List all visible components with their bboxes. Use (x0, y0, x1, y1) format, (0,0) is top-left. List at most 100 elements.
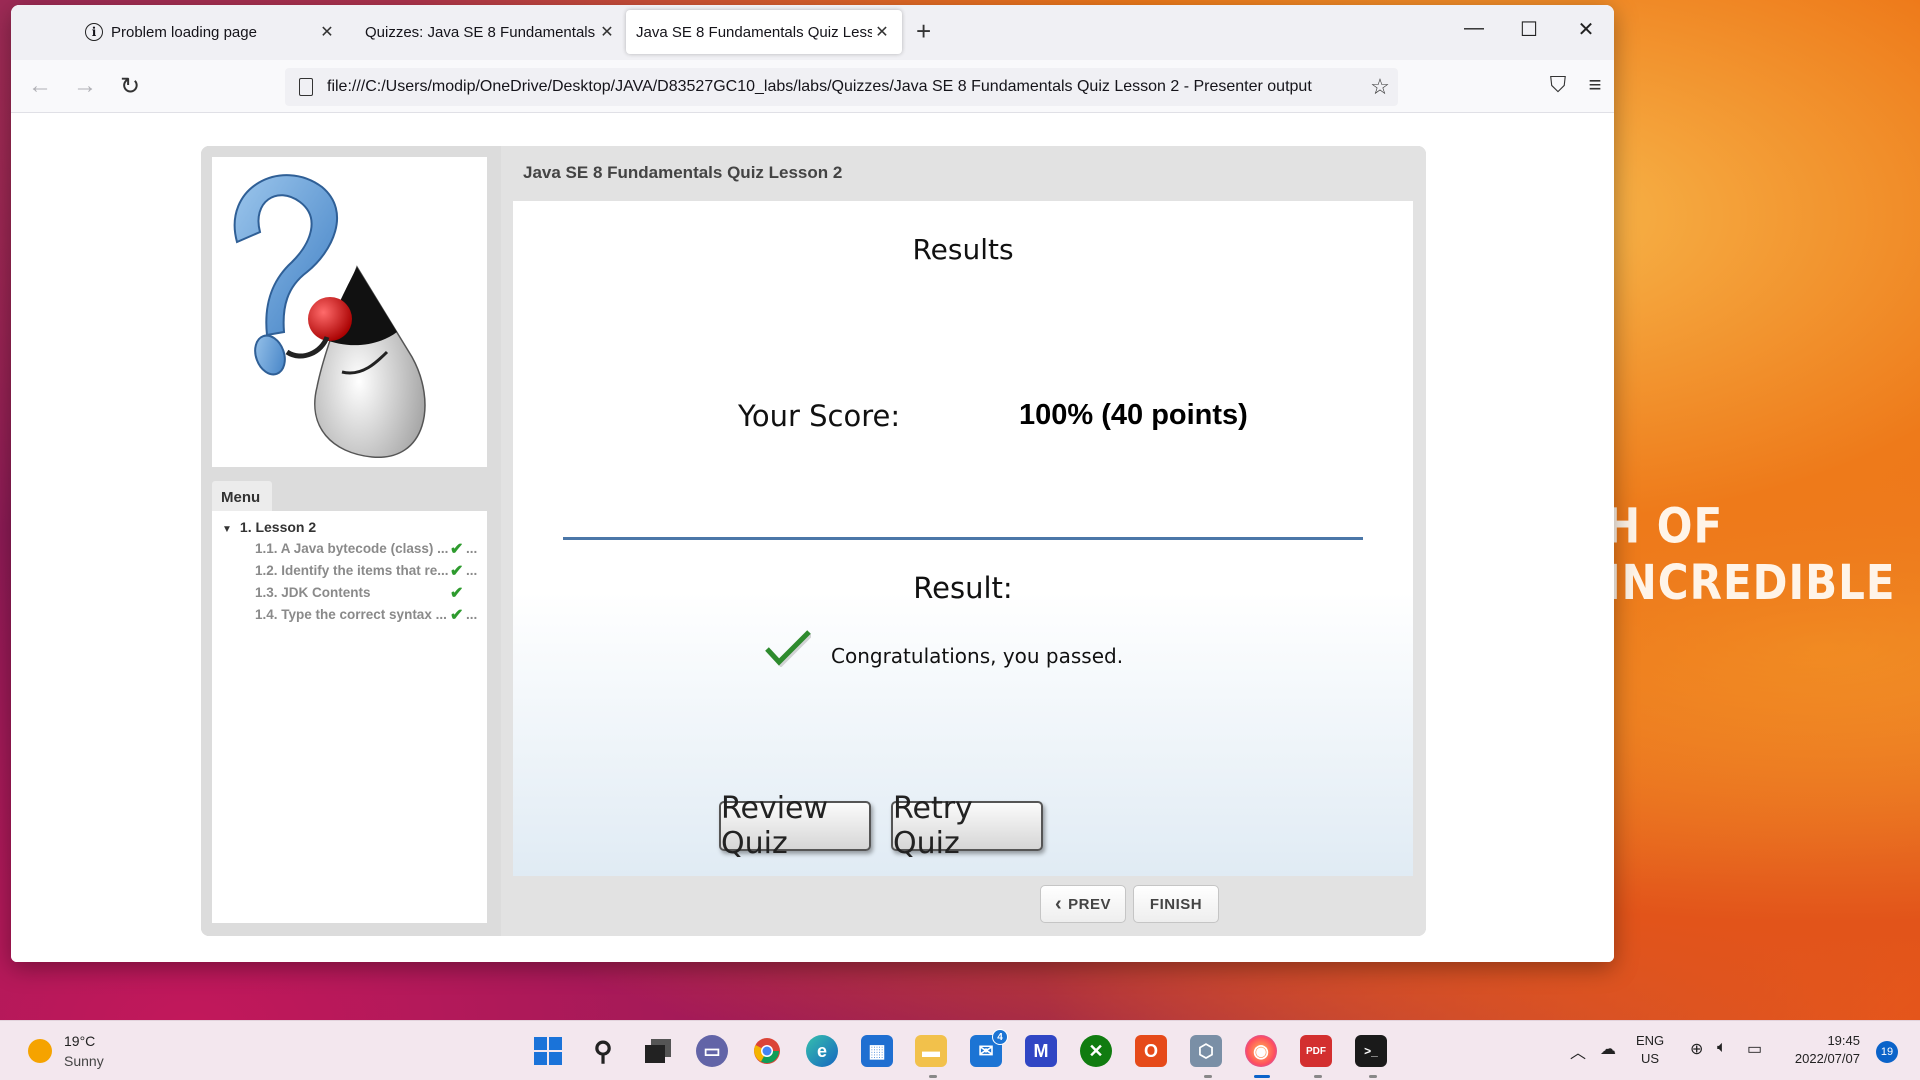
windows-start-icon[interactable] (532, 1035, 564, 1067)
menu-item-1-3[interactable]: 1.3. JDK Contents ✔ (255, 585, 480, 600)
divider (563, 537, 1363, 540)
clock-date: 2022/07/07 (1794, 1051, 1860, 1066)
lesson-label: 1. Lesson 2 (239, 519, 317, 535)
office-icon[interactable]: O (1135, 1035, 1167, 1067)
menu-icon[interactable]: ≡ (1578, 72, 1612, 98)
pass-check-icon (765, 630, 811, 667)
weather-temp[interactable]: 19°C (64, 1033, 95, 1049)
quiz-title: Java SE 8 Fundamentals Quiz Lesson 2 (523, 163, 843, 182)
results-heading: Results (912, 233, 1014, 266)
battery-icon[interactable]: ▭ (1747, 1039, 1762, 1059)
tab-label: Quizzes: Java SE 8 Fundamentals (365, 23, 596, 41)
running-indicator (1204, 1075, 1212, 1078)
close-tab-icon[interactable]: ✕ (597, 22, 617, 42)
menu-item-label: 1.1. A Java bytecode (class) ... (255, 541, 449, 556)
clock-time: 19:45 (1827, 1033, 1860, 1048)
running-indicator (929, 1075, 937, 1078)
check-icon: ✔ (450, 563, 464, 578)
minimize-icon[interactable]: — (1454, 17, 1494, 40)
result-label: Result: (913, 571, 1013, 605)
navigation-bar: ← → ↻ file:///C:/Users/modip/OneDrive/De… (11, 60, 1614, 113)
mail-icon[interactable]: ✉ 4 (970, 1029, 1008, 1067)
menu-item-1-1[interactable]: 1.1. A Java bytecode (class) ... ✔ ... (255, 541, 480, 556)
search-icon[interactable]: ⚲ (587, 1035, 619, 1067)
menu-item-label: 1.4. Type the correct syntax ... (255, 607, 447, 622)
duke-question-mark-image (233, 174, 426, 458)
app-cube-icon[interactable]: ⬡ (1190, 1035, 1222, 1067)
ellipsis: ... (466, 563, 478, 578)
task-view-icon[interactable] (642, 1035, 674, 1067)
edge-icon[interactable]: e (806, 1035, 838, 1067)
menu-item-1-4[interactable]: 1.4. Type the correct syntax ... ✔ ... (255, 607, 480, 622)
ellipsis: ... (466, 607, 478, 622)
page-content: Menu ▼ 1. Lesson 2 1.1. A Java bytecode (… (11, 113, 1614, 962)
math-app-icon[interactable]: M (1025, 1035, 1057, 1067)
store-icon[interactable]: ▦ (861, 1035, 893, 1067)
maximize-icon[interactable]: ☐ (1509, 17, 1549, 42)
browser-window: i Problem loading page ✕ Quizzes: Java S… (11, 5, 1614, 962)
prev-label: PREV (1068, 895, 1112, 913)
bookmark-star-icon[interactable]: ☆ (1362, 74, 1398, 100)
address-bar[interactable]: file:///C:/Users/modip/OneDrive/Desktop/… (285, 68, 1398, 106)
url-text[interactable]: file:///C:/Users/modip/OneDrive/Desktop/… (327, 78, 1362, 96)
tab-bar: i Problem loading page ✕ Quizzes: Java S… (11, 5, 1614, 60)
tab-quizzes[interactable]: Quizzes: Java SE 8 Fundamentals ✕ (351, 10, 631, 54)
tab-problem-loading[interactable]: i Problem loading page ✕ (71, 10, 351, 54)
wallpaper-text: H OF INCREDIBLE (1605, 497, 1896, 611)
language-line2: US (1641, 1051, 1660, 1066)
menu-lesson[interactable]: ▼ 1. Lesson 2 (222, 519, 316, 535)
terminal-icon[interactable]: >_ (1355, 1035, 1387, 1067)
prev-button[interactable]: ‹ PREV (1040, 885, 1126, 923)
info-icon: i (85, 23, 103, 41)
close-window-icon[interactable]: ✕ (1566, 17, 1606, 42)
mail-badge: 4 (992, 1029, 1008, 1045)
teams-chat-icon[interactable]: ▭ (696, 1035, 728, 1067)
finish-button[interactable]: FINISH (1133, 885, 1219, 923)
tab-label: Problem loading page (111, 23, 257, 41)
onedrive-icon[interactable]: ☁ (1600, 1039, 1616, 1059)
review-quiz-button[interactable]: Review Quiz (719, 791, 871, 861)
menu-tab[interactable]: Menu (212, 481, 272, 511)
network-icon[interactable]: ⊕ (1690, 1039, 1703, 1059)
xbox-icon[interactable]: ✕ (1080, 1035, 1112, 1067)
forward-icon[interactable]: → (70, 72, 100, 100)
sun-icon[interactable] (28, 1039, 52, 1063)
tab-quiz-lesson-2[interactable]: Java SE 8 Fundamentals Quiz Lesson 2 - P… (626, 10, 902, 54)
language-line1: ENG (1636, 1033, 1665, 1048)
file-explorer-icon[interactable]: ▬ (915, 1035, 947, 1067)
check-icon: ✔ (450, 607, 464, 622)
language-indicator[interactable]: ENG US (1636, 1032, 1664, 1068)
notification-badge[interactable]: 19 (1876, 1041, 1898, 1063)
menu-item-label: 1.2. Identify the items that re... (255, 563, 449, 578)
running-indicator (1314, 1075, 1322, 1078)
pocket-icon[interactable]: ⛉ (1541, 72, 1575, 98)
new-tab-button[interactable]: + (916, 18, 931, 44)
firefox-icon[interactable]: ◉ (1245, 1035, 1277, 1067)
back-icon[interactable]: ← (25, 72, 55, 100)
menu-item-label: 1.3. JDK Contents (255, 585, 371, 600)
clock[interactable]: 19:45 2022/07/07 (1780, 1032, 1860, 1068)
caret-down-icon[interactable]: ▼ (222, 524, 232, 535)
menu-item-1-2[interactable]: 1.2. Identify the items that re... ✔ ... (255, 563, 480, 578)
active-indicator (1254, 1075, 1270, 1078)
pdf-reader-icon[interactable]: PDF (1300, 1035, 1332, 1067)
check-icon: ✔ (450, 541, 464, 556)
weather-condition[interactable]: Sunny (64, 1053, 104, 1069)
score-label: Your Score: (738, 399, 901, 433)
retry-quiz-button[interactable]: Retry Quiz (891, 791, 1043, 861)
page-icon (299, 78, 313, 96)
chevron-left-icon: ‹ (1054, 892, 1063, 915)
ellipsis: ... (466, 541, 478, 556)
chrome-icon[interactable] (751, 1035, 783, 1067)
chevron-up-icon[interactable]: ︿ (1570, 1039, 1586, 1063)
close-tab-icon[interactable]: ✕ (317, 22, 337, 42)
duke-logo (212, 157, 487, 467)
reload-icon[interactable]: ↻ (115, 72, 145, 101)
close-tab-icon[interactable]: ✕ (872, 22, 892, 42)
volume-icon[interactable]: 🔈︎ (1717, 1039, 1727, 1057)
running-indicator (1369, 1075, 1377, 1078)
check-icon: ✔ (450, 585, 464, 600)
result-message: Congratulations, you passed. (831, 644, 1124, 668)
tab-label: Java SE 8 Fundamentals Quiz Lesson 2 - P… (636, 23, 872, 41)
results-slide: Results Your Score: 100% (40 points) Res… (513, 201, 1413, 876)
